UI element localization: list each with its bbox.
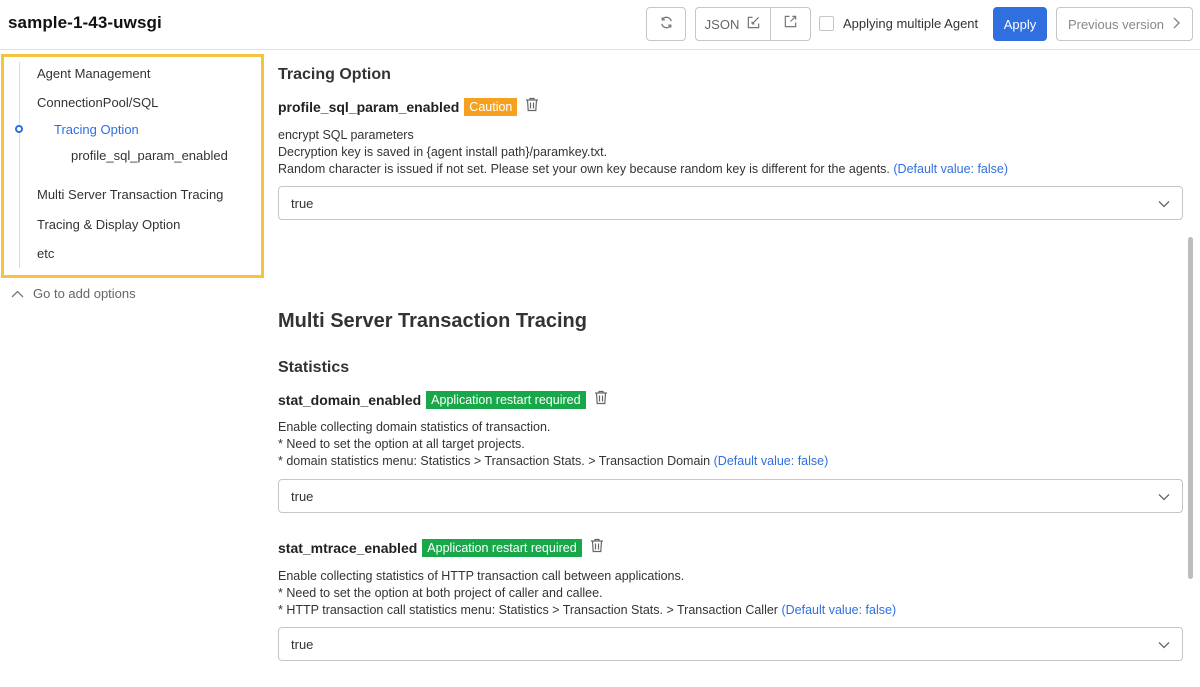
top-header: sample-1-43-uwsgi JSON Applying multiple… xyxy=(0,0,1200,50)
content-scrollbar[interactable] xyxy=(1188,237,1193,579)
json-button-group: JSON xyxy=(695,7,811,41)
sidebar-item-tracing-display-option[interactable]: Tracing & Display Option xyxy=(37,217,180,232)
trash-icon xyxy=(594,390,608,410)
profile-sql-param-enabled-select[interactable]: true xyxy=(278,186,1183,220)
description-line: Random character is issued if not set. P… xyxy=(278,162,1009,176)
sidebar-highlight xyxy=(1,54,264,278)
option-name: stat_mtrace_enabled xyxy=(278,540,418,556)
sidebar-item-agent-management[interactable]: Agent Management xyxy=(37,66,150,81)
active-indicator-icon xyxy=(15,125,23,133)
go-to-add-options-label: Go to add options xyxy=(33,286,136,301)
default-value-text: (Default value: false) xyxy=(781,603,897,617)
description-line: Decryption key is saved in {agent instal… xyxy=(278,145,608,159)
option-description: Enable collecting statistics of HTTP tra… xyxy=(278,568,896,619)
section-title-tracing-option: Tracing Option xyxy=(278,66,391,83)
refresh-button[interactable] xyxy=(646,7,686,41)
description-line: Enable collecting statistics of HTTP tra… xyxy=(278,569,685,583)
subsection-title-statistics: Statistics xyxy=(278,359,350,376)
multi-agent-checkbox[interactable] xyxy=(819,16,834,31)
sidebar-item-connectionpool-sql[interactable]: ConnectionPool/SQL xyxy=(37,95,158,110)
option-header-stat-mtrace-enabled: stat_mtrace_enabled Application restart … xyxy=(278,538,604,558)
chevron-down-icon xyxy=(1158,196,1170,211)
sidebar-item-profile-sql-param-enabled[interactable]: profile_sql_param_enabled xyxy=(71,148,228,163)
select-value: true xyxy=(291,636,314,652)
default-value-text: (Default value: false) xyxy=(713,454,829,468)
edit-icon xyxy=(746,15,761,33)
sidebar-tree-line xyxy=(19,62,20,268)
description-line: * HTTP transaction call statistics menu:… xyxy=(278,603,897,617)
option-header-stat-domain-enabled: stat_domain_enabled Application restart … xyxy=(278,390,608,410)
multi-agent-label: Applying multiple Agent xyxy=(843,16,979,31)
stat-domain-enabled-select[interactable]: true xyxy=(278,479,1183,513)
go-to-add-options-link[interactable]: Go to add options xyxy=(11,286,136,301)
refresh-icon xyxy=(659,15,674,33)
description-line: * domain statistics menu: Statistics > T… xyxy=(278,454,829,468)
delete-option-button[interactable] xyxy=(594,390,608,410)
option-header-profile-sql-param-enabled: profile_sql_param_enabled Caution xyxy=(278,97,539,117)
chevron-down-icon xyxy=(1158,637,1170,652)
trash-icon xyxy=(590,538,604,558)
sidebar-item-multi-server-tracing[interactable]: Multi Server Transaction Tracing xyxy=(37,187,223,202)
default-value-text: (Default value: false) xyxy=(893,162,1009,176)
chevron-right-icon xyxy=(1172,17,1181,32)
caution-badge: Caution xyxy=(464,98,518,116)
option-name: profile_sql_param_enabled xyxy=(278,99,460,115)
option-description: encrypt SQL parameters Decryption key is… xyxy=(278,127,1008,178)
option-description: Enable collecting domain statistics of t… xyxy=(278,419,828,470)
json-edit-button[interactable]: JSON xyxy=(696,8,771,40)
restart-required-badge: Application restart required xyxy=(422,539,582,557)
apply-button[interactable]: Apply xyxy=(993,7,1047,41)
restart-required-badge: Application restart required xyxy=(426,391,586,409)
previous-version-label: Previous version xyxy=(1067,16,1165,32)
option-name: stat_domain_enabled xyxy=(278,392,422,408)
description-line: Enable collecting domain statistics of t… xyxy=(278,420,551,434)
open-external-button[interactable] xyxy=(771,8,810,40)
external-link-icon xyxy=(783,14,798,34)
sidebar-item-tracing-option[interactable]: Tracing Option xyxy=(54,122,139,137)
delete-option-button[interactable] xyxy=(590,538,604,558)
description-line: encrypt SQL parameters xyxy=(278,128,414,142)
delete-option-button[interactable] xyxy=(525,97,539,117)
select-value: true xyxy=(291,195,314,211)
section-title-multi-server: Multi Server Transaction Tracing xyxy=(278,310,587,332)
description-line: * Need to set the option at both project… xyxy=(278,586,603,600)
multi-agent-toggle[interactable]: Applying multiple Agent xyxy=(819,16,978,31)
json-label: JSON xyxy=(704,16,740,32)
chevron-up-icon xyxy=(11,286,24,301)
page-title: sample-1-43-uwsgi xyxy=(8,13,162,32)
select-value: true xyxy=(291,488,314,504)
trash-icon xyxy=(525,97,539,117)
chevron-down-icon xyxy=(1158,489,1170,504)
stat-mtrace-enabled-select[interactable]: true xyxy=(278,627,1183,661)
sidebar-item-etc[interactable]: etc xyxy=(37,246,54,261)
description-line: * Need to set the option at all target p… xyxy=(278,437,525,451)
previous-version-button[interactable]: Previous version xyxy=(1056,7,1193,41)
